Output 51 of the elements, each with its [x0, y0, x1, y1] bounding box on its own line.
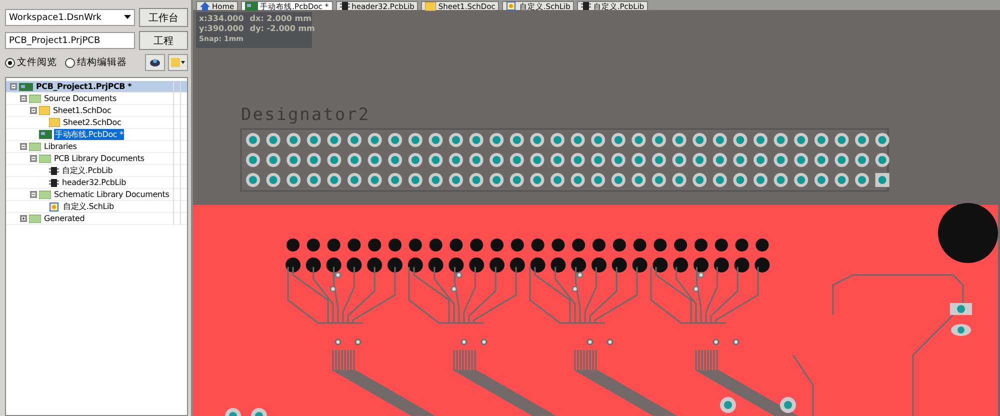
folder-icon — [29, 214, 41, 223]
workspace-button[interactable]: 工作台 — [139, 8, 188, 27]
document-icon — [39, 106, 50, 115]
collapse-icon[interactable] — [20, 143, 27, 150]
radio-button[interactable] — [65, 58, 75, 68]
tree-item[interactable]: 手动布线.PcbDoc * — [54, 129, 124, 140]
tree-item[interactable]: header32.PcbLib — [61, 178, 127, 187]
tree-item[interactable]: Generated — [43, 214, 86, 223]
collapse-icon[interactable] — [10, 83, 17, 90]
board-icon — [39, 130, 52, 139]
folder-icon — [29, 142, 41, 151]
chip-icon — [49, 178, 59, 188]
chip-icon — [581, 1, 592, 11]
house-icon — [200, 2, 210, 10]
dy-value: dy: -2.000 mm — [250, 24, 315, 34]
folder-icon — [39, 154, 51, 163]
board-icon — [245, 2, 258, 10]
tree-item[interactable]: Source Documents — [43, 94, 118, 103]
radio-label: 结构编辑器 — [77, 56, 127, 69]
collapse-icon[interactable] — [30, 107, 37, 114]
tree-item[interactable]: Sheet1.SchDoc — [52, 106, 112, 115]
disc-icon — [150, 58, 160, 67]
tree-item[interactable]: Schematic Library Documents — [53, 190, 170, 199]
tree-item[interactable]: PCB Library Documents — [53, 154, 146, 163]
y-coordinate: y:390.000 — [199, 24, 244, 34]
dx-value: dx: 2.000 mm — [250, 14, 312, 24]
expand-icon[interactable] — [20, 215, 27, 222]
document-icon — [171, 58, 185, 67]
symbol-icon — [49, 202, 60, 212]
board-icon — [19, 82, 33, 92]
toolbar-button[interactable] — [145, 54, 165, 71]
project-field[interactable]: PCB_Project1.PrjPCB — [5, 32, 135, 49]
tree-item[interactable]: Libraries — [43, 142, 78, 151]
collapse-icon[interactable] — [30, 155, 37, 162]
collapse-icon[interactable] — [20, 95, 27, 102]
document-icon — [425, 2, 436, 10]
document-icon — [49, 118, 60, 127]
collapse-icon[interactable] — [30, 191, 37, 198]
x-coordinate: x:334.000 — [199, 14, 244, 24]
project-button[interactable]: 工程 — [139, 31, 188, 50]
folder-icon — [39, 190, 51, 199]
tree-item[interactable]: Sheet2.SchDoc — [62, 118, 122, 127]
tree-item[interactable]: 自定义.PcbLib — [61, 165, 114, 176]
radio-label: 文件阅览 — [17, 56, 57, 69]
caret-icon — [124, 15, 131, 20]
chip-icon — [49, 166, 59, 176]
tree-item[interactable]: 自定义.SchLib — [62, 201, 115, 212]
symbol-icon — [506, 1, 518, 11]
chip-icon — [340, 1, 350, 11]
workspace-dropdown[interactable]: Workspace1.DsnWrk — [5, 9, 135, 26]
radio-button[interactable] — [5, 58, 15, 68]
